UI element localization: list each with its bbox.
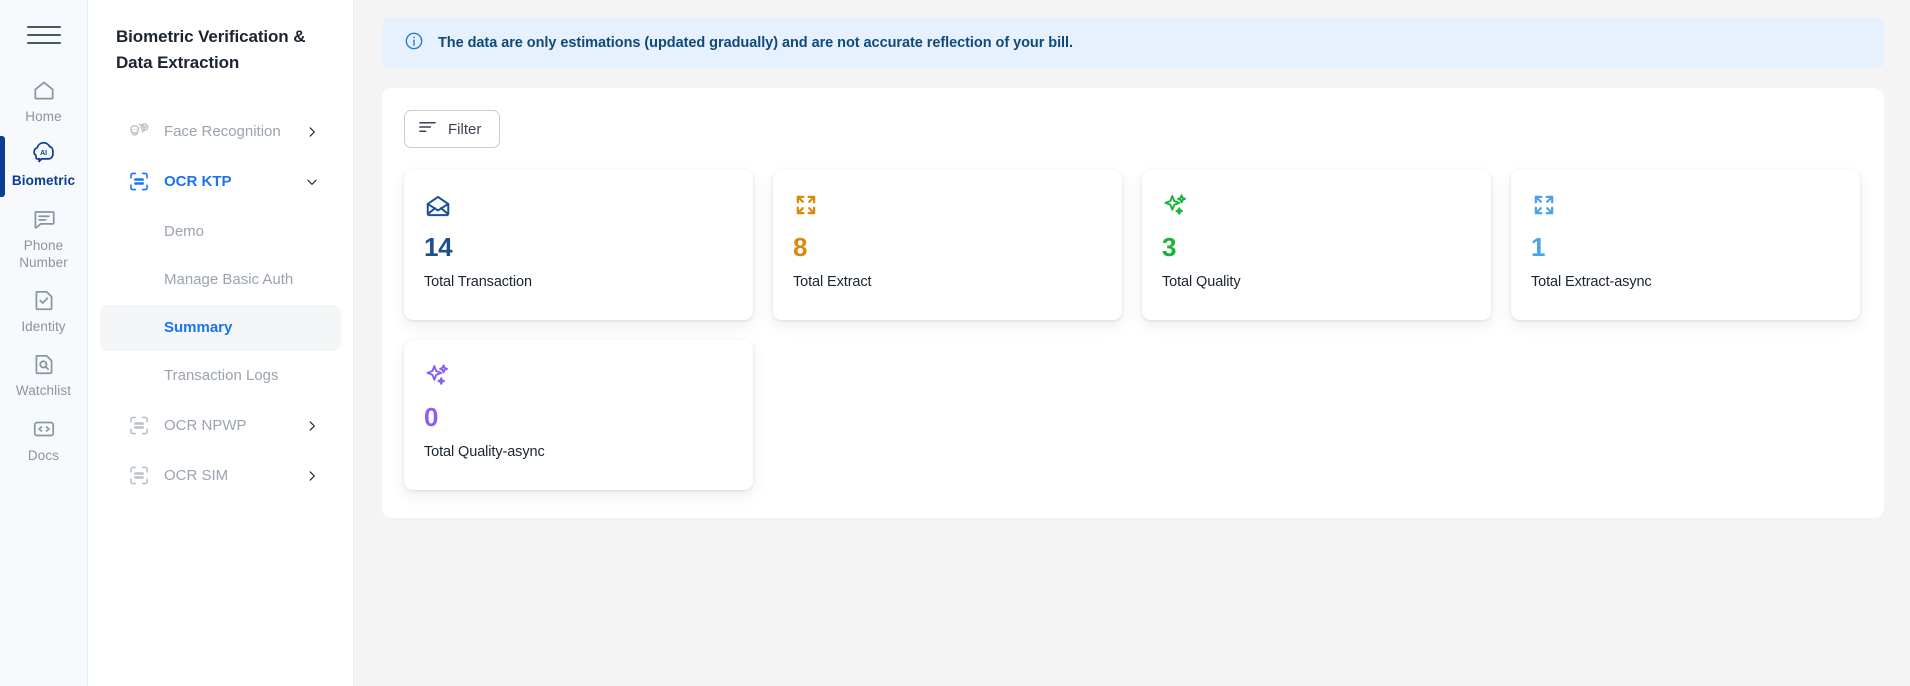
sidebar-subitem-transaction-logs[interactable]: Transaction Logs (100, 353, 341, 399)
scan-card-icon (128, 465, 150, 487)
filter-button[interactable]: Filter (404, 110, 501, 148)
filter-lines-icon (419, 120, 436, 138)
sidebar-nav: Face Recognition OCR KTP Demo Manage Bas… (88, 107, 353, 501)
stat-card-value: 0 (424, 402, 439, 432)
info-banner-text: The data are only estimations (updated g… (438, 35, 1073, 51)
svg-text:AI: AI (40, 150, 47, 157)
stat-card-label: Total Transaction (424, 274, 532, 290)
stat-card-total-quality[interactable]: 3 Total Quality (1142, 170, 1491, 320)
hamburger-line (26, 34, 61, 36)
document-search-icon (31, 351, 57, 377)
rail-item-home[interactable]: Home (0, 70, 88, 134)
home-icon (31, 77, 57, 103)
rail-item-label: Phone Number (19, 237, 68, 270)
stat-card-value: 14 (424, 232, 453, 262)
sidebar-subitem-manage-basic-auth[interactable]: Manage Basic Auth (100, 257, 341, 303)
stat-card-value: 3 (1162, 232, 1177, 262)
rail-item-biometric[interactable]: AI Biometric (0, 134, 88, 198)
sidebar-subitem-demo[interactable]: Demo (100, 209, 341, 255)
rail-item-label: Home (25, 109, 62, 124)
main-content: The data are only estimations (updated g… (354, 0, 1910, 686)
stat-card-value: 1 (1531, 232, 1546, 262)
message-icon (31, 206, 57, 232)
stat-card-grid: 14 Total Transaction 8 Total Extract 3 T… (404, 170, 1860, 490)
chevron-right-icon[interactable] (305, 125, 319, 139)
stat-card-total-extract-async[interactable]: 1 Total Extract-async (1511, 170, 1860, 320)
sidebar-subitem-summary[interactable]: Summary (100, 304, 341, 351)
stat-card-label: Total Quality (1162, 274, 1241, 290)
chevron-down-icon[interactable] (305, 175, 319, 189)
hamburger-line (26, 26, 61, 28)
stat-card-total-quality-async[interactable]: 0 Total Quality-async (404, 340, 753, 490)
info-circle-icon (404, 31, 424, 56)
chevron-right-icon[interactable] (305, 419, 319, 433)
sidebar-subitem-label: Summary (164, 319, 233, 337)
rail-item-label: Identity (21, 319, 66, 335)
expand-arrows-icon (1531, 192, 1838, 222)
ai-brain-icon: AI (30, 141, 58, 167)
sidebar-item-ocr-sim[interactable]: OCR SIM (100, 451, 341, 501)
hamburger-line (26, 42, 61, 44)
stat-card-label: Total Quality-async (424, 444, 545, 460)
chevron-right-icon[interactable] (305, 469, 319, 483)
sidebar-subitem-label: Transaction Logs (164, 367, 279, 385)
stat-card-total-transaction[interactable]: 14 Total Transaction (404, 170, 753, 320)
rail-item-watchlist[interactable]: Watchlist (0, 344, 88, 408)
rail-item-label: Biometric (11, 173, 76, 189)
sidebar-item-label: Face Recognition (164, 123, 281, 141)
rail-item-label: Watchlist (15, 383, 72, 399)
sidebar-item-ocr-npwp[interactable]: OCR NPWP (100, 401, 341, 451)
stat-card-label: Total Extract (793, 274, 872, 290)
sidebar-subitem-label: Manage Basic Auth (164, 271, 294, 289)
filter-button-label: Filter (448, 120, 482, 138)
sidebar-item-face-recognition[interactable]: Face Recognition (100, 107, 341, 157)
sparkles-icon (1162, 192, 1469, 222)
stat-card-label: Total Extract-async (1531, 274, 1652, 290)
hamburger-menu-icon[interactable] (26, 22, 61, 48)
sidebar-item-label: OCR KTP (164, 173, 232, 191)
code-icon (31, 416, 57, 442)
sidebar-title: Biometric Verification & Data Extraction (116, 27, 306, 73)
sidebar-item-ocr-ktp[interactable]: OCR KTP (100, 157, 341, 207)
sidebar-item-label: OCR NPWP (164, 417, 247, 435)
info-banner: The data are only estimations (updated g… (382, 18, 1884, 68)
summary-panel: Filter 14 Total Transaction 8 Total Extr… (382, 88, 1884, 518)
document-check-icon (31, 287, 57, 313)
expand-arrows-icon (793, 192, 1100, 222)
sparkles-icon (424, 362, 731, 392)
rail-item-label: Docs (27, 447, 60, 463)
stat-card-value: 8 (793, 232, 808, 262)
rail-item-phone-number[interactable]: Phone Number (0, 199, 88, 281)
scan-card-icon (128, 171, 150, 193)
primary-nav-rail: Home AI Biometric Phone Number Identity … (0, 0, 88, 686)
rail-item-identity[interactable]: Identity (0, 280, 88, 344)
face-masks-icon (128, 121, 150, 143)
secondary-sidebar: Biometric Verification & Data Extraction… (88, 0, 354, 686)
sidebar-subitem-label: Demo (164, 223, 205, 241)
sidebar-item-label: OCR SIM (164, 467, 229, 485)
rail-item-docs[interactable]: Docs (0, 409, 88, 473)
open-envelope-icon (424, 192, 731, 222)
stat-card-total-extract[interactable]: 8 Total Extract (773, 170, 1122, 320)
scan-card-icon (128, 415, 150, 437)
app-root: Home AI Biometric Phone Number Identity … (0, 0, 1910, 686)
